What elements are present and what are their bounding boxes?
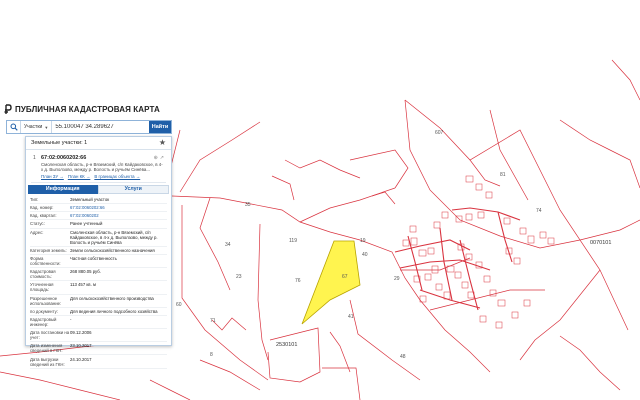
map-label: 40 [362, 252, 368, 258]
map-label: 119 [289, 238, 297, 244]
info-row: Кад. квартал: 67:02:0060202 [30, 212, 167, 221]
map-label: 41 [348, 314, 354, 320]
plan-zu-link[interactable]: План ЗУ → [41, 174, 64, 179]
info-label: Дата постановки на учет: [30, 330, 70, 341]
map-label: 8 [210, 352, 213, 358]
map-label: 71 [210, 318, 216, 324]
search-bar: Участки ▼ Найти [6, 120, 172, 134]
info-label: Кад. квартал: [30, 213, 57, 219]
panel-tabs: Информация Услуги [28, 184, 169, 194]
tab-info[interactable]: Информация [28, 184, 98, 194]
info-value: Для ведения личного подсобного хозяйства [70, 308, 158, 314]
search-type-select[interactable]: Участки ▼ [21, 121, 53, 133]
info-label: Форма собственности: [30, 256, 61, 267]
map-label: 81 [500, 172, 506, 178]
panel-header: Земельные участки: 1 ★ [26, 137, 171, 150]
tab-services[interactable]: Услуги [97, 184, 169, 194]
info-row: Дата выгрузки сведений из ГКН: 24.10.2017 [30, 355, 167, 369]
map-label: 2530101 [276, 342, 297, 348]
star-icon[interactable]: ★ [159, 139, 166, 147]
zoom-to-icon[interactable]: ⊕ [154, 155, 158, 161]
parcel-info-panel: Земельные участки: 1 ★ 1 ⊕ ↗ 67:02:00602… [25, 136, 172, 369]
info-value: Земли сельскохозяйственного назначения [70, 247, 155, 253]
info-row: Кадастровая стоимость: 268 880.05 руб. [30, 268, 167, 282]
info-row: Тип: Земельный участок [30, 196, 167, 204]
info-label: по документу: [30, 308, 58, 314]
info-value: 24.10.2017 [70, 356, 92, 362]
info-value: Ранее учтенный [70, 221, 103, 227]
result-cadastral-number[interactable]: 67:02:0060202:66 [41, 155, 164, 161]
info-value: 268 880.05 руб. [70, 269, 101, 275]
selected-parcel[interactable] [301, 240, 361, 325]
info-value: Для сельскохозяйственного производства [70, 295, 154, 301]
info-label: Кадастровый инженер: [30, 316, 57, 327]
info-row: Адрес: Смоленская область, р-н Вяземский,… [30, 229, 167, 247]
info-label: Кад. номер: [30, 205, 54, 211]
map-label: 19 [360, 238, 366, 244]
info-row: Форма собственности: Частная собственност… [30, 255, 167, 269]
info-row: Дата постановки на учет: 09.12.2006 [30, 329, 167, 343]
map-label: 29 [394, 276, 400, 282]
info-label: Дата изменения сведений в ГКН: [30, 343, 63, 354]
map-label: 34 [225, 242, 231, 248]
info-label: Кадастровая стоимость: [30, 269, 56, 280]
info-label: Статус: [30, 221, 45, 227]
info-label: Категория земель: [30, 247, 67, 253]
result-address: Смоленская область, р-н Вяземский, с/п К… [41, 162, 163, 173]
info-value: Частная собственность [70, 256, 117, 262]
search-input[interactable] [52, 121, 149, 133]
info-value: 113 457 кв. м [70, 282, 96, 288]
result-card[interactable]: 1 ⊕ ↗ 67:02:0060202:66 Смоленская област… [31, 153, 166, 183]
info-value: Земельный участок [70, 196, 110, 202]
info-row: Категория земель: Земли сельскохозяйствен… [30, 247, 167, 255]
map-label: 48 [400, 354, 406, 360]
map-label: 23 [236, 274, 242, 280]
map-label: 76 [295, 278, 301, 284]
info-label: Разрешенное использование: [30, 295, 62, 306]
result-index: 1 [33, 155, 36, 161]
app-header: ПУБЛИЧНАЯ КАДАСТРОВАЯ КАРТА [4, 101, 160, 117]
info-value: 09.12.2006 [70, 330, 92, 336]
map-label: 35 [245, 202, 251, 208]
map-label: 607 [435, 130, 444, 136]
info-row: Кадастровый инженер: - [30, 316, 167, 330]
in-bounds-link[interactable]: В границах объекта → [94, 174, 140, 179]
info-row: Уточненная площадь: 113 457 кв. м [30, 281, 167, 295]
find-button[interactable]: Найти [149, 121, 171, 133]
map-label: 74 [536, 208, 542, 214]
chevron-down-icon: ▼ [44, 124, 49, 130]
info-label: Адрес: [30, 229, 44, 235]
panel-header-title: Земельные участки: 1 [31, 140, 88, 146]
map-label: 67 [342, 274, 348, 280]
info-row: Статус: Ранее учтенный [30, 220, 167, 229]
info-label: Уточненная площадь: [30, 282, 54, 293]
map-label: 60 [176, 302, 182, 308]
search-icon[interactable] [7, 121, 21, 133]
info-row: Дата изменения сведений в ГКН: 23.10.2017 [30, 342, 167, 356]
rosreestr-logo-icon [4, 103, 12, 114]
info-value[interactable]: 67:02:0060202 [70, 213, 167, 218]
share-icon[interactable]: ↗ [160, 155, 164, 161]
search-type-label: Участки [24, 124, 43, 130]
info-row: Разрешенное использование: Для сельскохоз… [30, 295, 167, 308]
info-label: Дата выгрузки сведений из ГКН: [30, 356, 65, 367]
info-value: - [70, 316, 72, 322]
info-value: 23.10.2017 [70, 343, 92, 349]
map-label: 0070101 [590, 240, 611, 246]
info-label: Тип: [30, 196, 39, 202]
info-row: Кад. номер: 67:02:0060202:66 [30, 204, 167, 213]
app-title: ПУБЛИЧНАЯ КАДАСТРОВАЯ КАРТА [15, 104, 160, 114]
info-row: по документу: Для ведения личного подсобн… [30, 308, 167, 316]
info-value[interactable]: 67:02:0060202:66 [70, 205, 167, 210]
plan-kk-link[interactable]: План КК → [68, 174, 91, 179]
info-table: Тип: Земельный участок Кад. номер: 67:02:00… [30, 196, 167, 369]
info-value: Смоленская область, р-н Вяземский, с/п К… [70, 229, 158, 245]
